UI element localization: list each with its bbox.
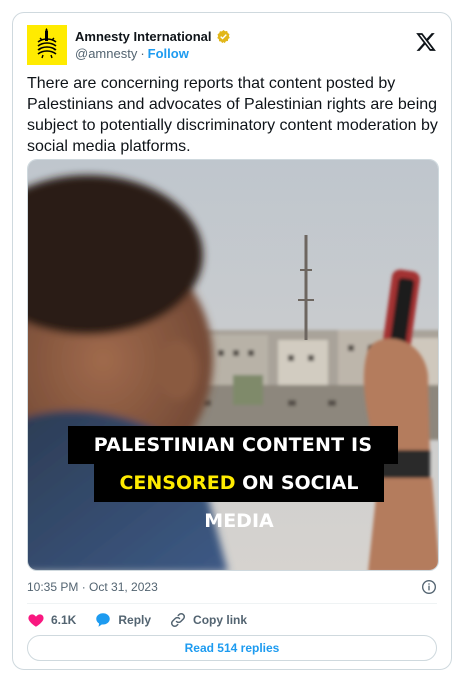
tweet-header: Amnesty International @amnesty · Follow [27, 25, 437, 65]
amnesty-logo-icon [37, 28, 57, 59]
divider [27, 603, 437, 604]
copy-link-label: Copy link [193, 613, 248, 627]
separator-dot: · [140, 46, 145, 61]
author-handle[interactable]: @amnesty [75, 46, 137, 61]
tweet-card: Amnesty International @amnesty · Follow Th… [12, 12, 452, 670]
avatar[interactable] [27, 25, 67, 65]
tweet-image[interactable]: PALESTINIAN CONTENT IS BEING CENSORED ON… [27, 159, 439, 571]
like-count: 6.1K [51, 613, 77, 627]
reply-label: Reply [118, 613, 152, 627]
tweet-text: There are concerning reports that conten… [27, 75, 438, 155]
caption-line-2: CENSORED ON SOCIAL MEDIA [94, 464, 384, 532]
timestamp[interactable]: 10:35 PM · Oct 31, 2023 [27, 580, 158, 594]
read-replies-button[interactable]: Read 514 replies [27, 635, 437, 661]
verified-badge-icon [216, 29, 230, 43]
copy-link-button[interactable]: Copy link [169, 611, 247, 629]
author-name[interactable]: Amnesty International [75, 29, 212, 44]
link-icon [171, 612, 186, 628]
author-block: Amnesty International @amnesty · Follow [75, 27, 231, 63]
caption-line-1: PALESTINIAN CONTENT IS BEING [68, 426, 398, 494]
reply-button[interactable]: Reply [94, 611, 151, 629]
like-button[interactable]: 6.1K [27, 611, 76, 629]
x-logo-icon[interactable] [415, 31, 437, 53]
reply-bubble-icon [96, 613, 111, 627]
info-icon[interactable] [421, 579, 437, 595]
heart-icon [28, 614, 44, 627]
follow-button[interactable]: Follow [148, 46, 189, 61]
caption-highlight: CENSORED [119, 472, 236, 494]
action-bar: 6.1K Reply Copy link [27, 609, 247, 631]
tweet-meta: 10:35 PM · Oct 31, 2023 [27, 577, 437, 597]
